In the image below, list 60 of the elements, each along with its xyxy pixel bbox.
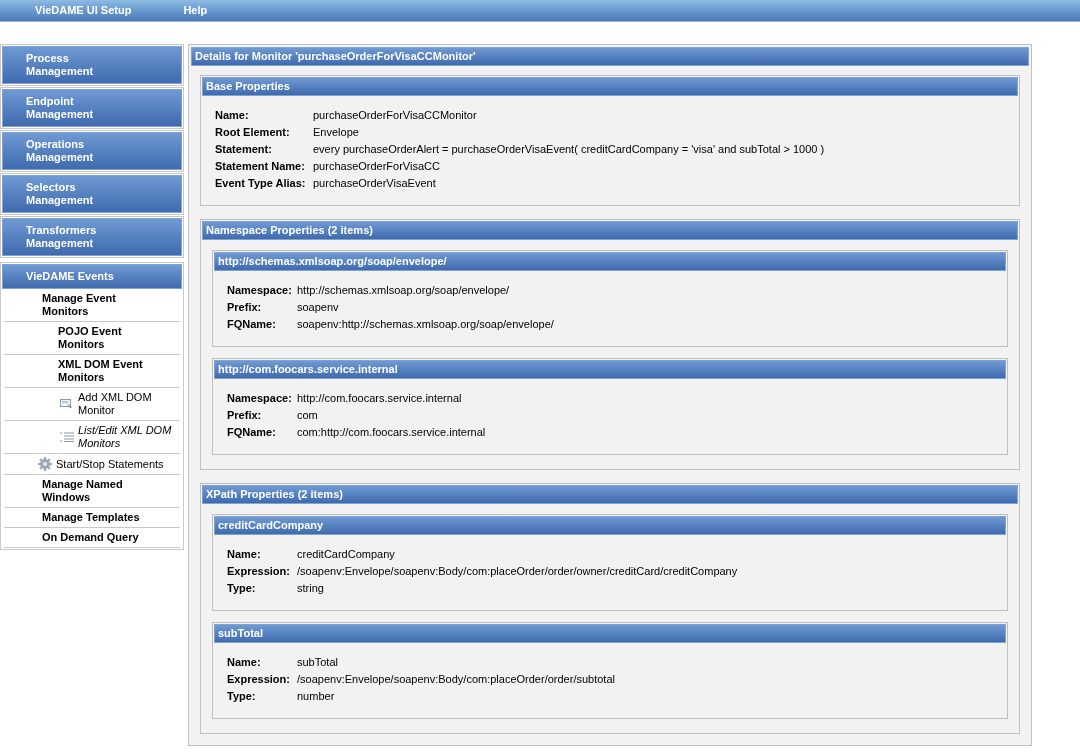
field-value: com: [297, 409, 319, 422]
section-title: Base Properties: [202, 77, 1018, 96]
field-value: com:http://com.foocars.service.internal: [297, 426, 487, 439]
group-title: http://com.foocars.service.internal: [214, 360, 1006, 379]
section-title: Namespace Properties (2 items): [202, 221, 1018, 240]
sidebar-item[interactable]: Manage Event Monitors: [42, 292, 142, 318]
field-value: purchaseOrderForVisaCC: [313, 160, 441, 173]
field-label: Expression:: [227, 673, 291, 686]
sidebar-section-button[interactable]: Selectors Management: [2, 175, 182, 213]
sidebar-item[interactable]: XML DOM Event Monitors: [58, 358, 158, 384]
field-label: Prefix:: [227, 301, 263, 314]
field-value: creditCardCompany: [297, 548, 396, 561]
sidebar-item[interactable]: Manage Templates: [42, 511, 142, 524]
section-title: XPath Properties (2 items): [202, 485, 1018, 504]
field-label: Statement:: [215, 143, 273, 156]
group-title: subTotal: [214, 624, 1006, 643]
field-label: Root Element:: [215, 126, 291, 139]
sidebar-section-button[interactable]: Operations Management: [2, 132, 182, 170]
sidebar-item[interactable]: Manage Named Windows: [42, 478, 142, 504]
sidebar-section-button[interactable]: Transformers Management: [2, 218, 182, 256]
field-value: http://schemas.xmlsoap.org/soap/envelope/: [297, 284, 511, 297]
field-label: Statement Name:: [215, 160, 306, 173]
field-value: purchaseOrderVisaEvent: [313, 177, 437, 190]
field-label: Namespace:: [227, 392, 293, 405]
field-value: soapenv:http://schemas.xmlsoap.org/soap/envelope/: [297, 318, 555, 331]
sidebar-item[interactable]: On Demand Query: [42, 531, 142, 544]
sidebar-section-button[interactable]: Process Management: [2, 46, 182, 84]
field-value: Envelope: [313, 126, 360, 139]
field-label: Type:: [227, 582, 257, 595]
field-value: purchaseOrderForVisaCCMonitor: [313, 109, 478, 122]
panel-title: Details for Monitor 'purchaseOrderForVisaCCMonitor': [191, 47, 1029, 66]
field-value: /soapenv:Envelope/soapenv:Body/com:placeOrder/order/owner/creditCard/creditCompany: [297, 565, 739, 578]
field-value: subTotal: [297, 656, 339, 669]
gear-icon: [38, 457, 52, 471]
sidebar-section-button[interactable]: VieDAME Events: [2, 264, 182, 289]
group-title: creditCardCompany: [214, 516, 1006, 535]
field-label: Prefix:: [227, 409, 263, 422]
list-icon: [60, 432, 74, 442]
sidebar-item[interactable]: POJO Event Monitors: [58, 325, 158, 351]
field-label: FQName:: [227, 426, 277, 439]
field-label: FQName:: [227, 318, 277, 331]
field-label: Type:: [227, 690, 257, 703]
field-value: http://com.foocars.service.internal: [297, 392, 463, 405]
field-label: Expression:: [227, 565, 291, 578]
sidebar-item[interactable]: List/Edit XML DOM Monitors: [78, 424, 178, 450]
field-label: Event Type Alias:: [215, 177, 307, 190]
field-value: /soapenv:Envelope/soapenv:Body/com:placeOrder/order/subtotal: [297, 673, 616, 686]
field-value: number: [297, 690, 336, 703]
form-icon: [60, 398, 74, 410]
field-label: Name:: [227, 548, 262, 561]
sidebar-item[interactable]: Start/Stop Statements: [56, 457, 164, 471]
field-label: Name:: [215, 109, 250, 122]
field-value: every purchaseOrderAlert = purchaseOrderVisaEvent( creditCardCompany = 'visa' and subTotal > 1000 ): [313, 143, 826, 156]
field-label: Name:: [227, 656, 262, 669]
field-value: string: [297, 582, 325, 595]
field-value: soapenv: [297, 301, 340, 314]
sidebar-section-button[interactable]: Endpoint Management: [2, 89, 182, 127]
group-title: http://schemas.xmlsoap.org/soap/envelope/: [214, 252, 1006, 271]
field-label: Namespace:: [227, 284, 293, 297]
sidebar-item[interactable]: Add XML DOM Monitor: [78, 391, 178, 417]
